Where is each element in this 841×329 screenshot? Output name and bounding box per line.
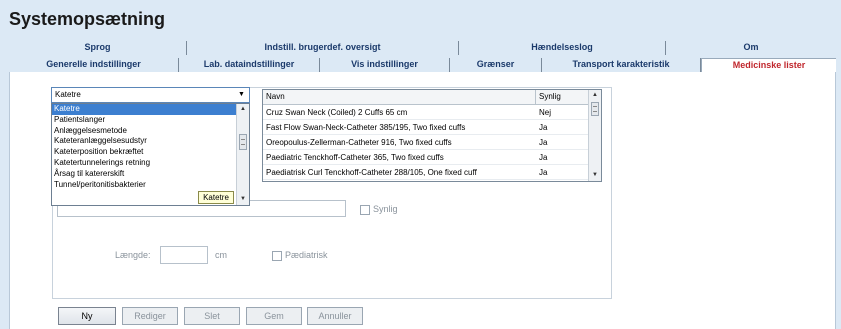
row-visible: Nej (539, 108, 552, 117)
tab-general-settings[interactable]: Generelle indstillinger (9, 58, 179, 72)
visible-checkbox[interactable] (360, 205, 370, 215)
dropdown-option[interactable]: Patientslanger (52, 115, 249, 126)
tab-view-settings[interactable]: Vis indstillinger (320, 58, 450, 72)
tab-limits[interactable]: Grænser (450, 58, 542, 72)
dropdown-scrollbar[interactable]: ▲ ▼ (236, 104, 249, 205)
row-name: Paediatric Tenckhoff-Catheter 365, Two f… (266, 153, 444, 162)
tab-row-top: Sprog Indstill. brugerdef. oversigt Hænd… (9, 41, 836, 55)
paediatric-label: Pædiatrisk (285, 250, 328, 260)
save-button[interactable]: Gem (246, 307, 302, 325)
table-row[interactable]: Oreopoulus-Zellerman-Catheter 916, Two f… (263, 135, 590, 150)
visible-label: Synlig (373, 204, 398, 214)
tab-custom-overview-settings[interactable]: Indstill. brugerdef. oversigt (187, 41, 459, 55)
row-name: Fast Flow Swan-Neck-Catheter 385/195, Tw… (266, 123, 466, 132)
scroll-thumb[interactable] (239, 134, 247, 150)
category-select[interactable]: Katetre ▼ (51, 87, 250, 103)
tab-sprog[interactable]: Sprog (9, 41, 187, 55)
table-row[interactable]: Paediatric Tenckhoff-Catheter 365, Two f… (263, 150, 590, 165)
dropdown-option[interactable]: Årsag til katererskift (52, 169, 249, 180)
dropdown-option[interactable]: Tunnel/peritonitisbakterier (52, 180, 249, 191)
tab-row-bottom: Generelle indstillinger Lab. dataindstil… (9, 58, 836, 72)
length-unit-label: cm (215, 250, 227, 260)
scroll-up-arrow-icon[interactable]: ▲ (237, 104, 249, 115)
dropdown-option[interactable]: Anlæggelsesmetode (52, 126, 249, 137)
tab-medical-lists[interactable]: Medicinske lister (701, 58, 836, 72)
tab-event-log[interactable]: Hændelseslog (459, 41, 666, 55)
dropdown-option[interactable]: Kateterposition bekræftet (52, 147, 249, 158)
tooltip: Katetre (198, 191, 234, 204)
length-label: Længde: (115, 250, 151, 260)
category-select-value: Katetre (55, 90, 81, 99)
column-separator (535, 90, 536, 105)
scroll-down-arrow-icon[interactable]: ▼ (589, 170, 601, 181)
dropdown-option[interactable]: Kateteranlæggelsesudstyr (52, 136, 249, 147)
table-row[interactable]: Paediatrisk Curl Tenckhoff-Catheter 288/… (263, 165, 590, 180)
scroll-down-arrow-icon[interactable]: ▼ (237, 194, 249, 205)
column-header-name[interactable]: Navn (266, 92, 285, 101)
row-name: Cruz Swan Neck (Coiled) 2 Cuffs 65 cm (266, 108, 408, 117)
dropdown-option-katetre[interactable]: Katetre (52, 104, 249, 115)
items-table[interactable]: Navn Synlig Cruz Swan Neck (Coiled) 2 Cu… (262, 89, 602, 182)
tab-transport-characteristics[interactable]: Transport karakteristik (542, 58, 701, 72)
row-name: Paediatrisk Curl Tenckhoff-Catheter 288/… (266, 168, 477, 177)
edit-button[interactable]: Rediger (122, 307, 178, 325)
scroll-up-arrow-icon[interactable]: ▲ (589, 90, 601, 101)
paediatric-checkbox[interactable] (272, 251, 282, 261)
dropdown-option[interactable]: Katetertunnelerings retning (52, 158, 249, 169)
table-scrollbar[interactable]: ▲ ▼ (588, 90, 601, 181)
row-visible: Ja (539, 123, 548, 132)
delete-button[interactable]: Slet (184, 307, 240, 325)
page-title: Systemopsætning (9, 9, 166, 29)
settings-window: Systemopsætning Sprog Indstill. brugerde… (0, 0, 841, 329)
table-row[interactable]: Fast Flow Swan-Neck-Catheter 385/195, Tw… (263, 120, 590, 135)
scroll-thumb[interactable] (591, 102, 599, 116)
table-header: Navn Synlig (263, 90, 590, 105)
row-visible: Ja (539, 138, 548, 147)
chevron-down-icon[interactable]: ▼ (236, 89, 247, 101)
table-row[interactable]: Cruz Swan Neck (Coiled) 2 Cuffs 65 cm Ne… (263, 105, 590, 120)
new-button[interactable]: Ny (58, 307, 116, 325)
row-name: Oreopoulus-Zellerman-Catheter 916, Two f… (266, 138, 452, 147)
tab-lab-data-settings[interactable]: Lab. dataindstillinger (179, 58, 320, 72)
row-visible: Ja (539, 168, 548, 177)
column-header-visible[interactable]: Synlig (539, 92, 561, 101)
cancel-button[interactable]: Annuller (307, 307, 363, 325)
row-visible: Ja (539, 153, 548, 162)
tab-about[interactable]: Om (666, 41, 836, 55)
length-input[interactable] (160, 246, 208, 264)
